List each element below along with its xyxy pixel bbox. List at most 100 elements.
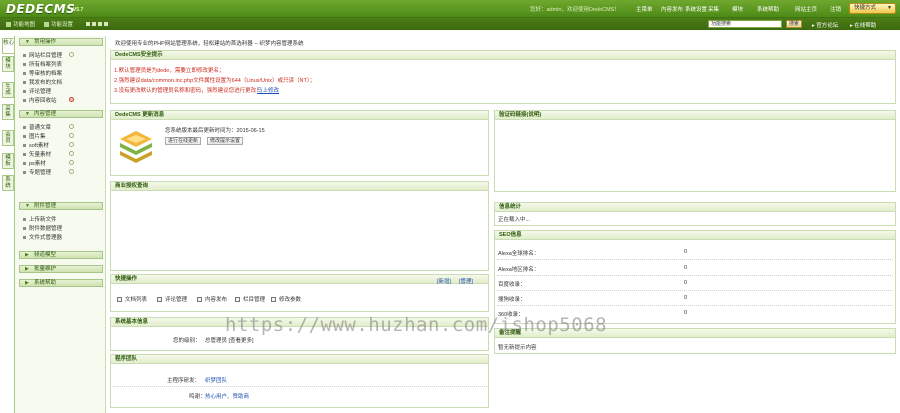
team-value-link[interactable]: 织梦团队 xyxy=(205,376,227,384)
brand-logo[interactable]: DEDECMS xyxy=(6,2,75,16)
tab-templates[interactable]: 模板 xyxy=(2,153,14,169)
welcome-text: 欢迎使用专业的PHP网站管理系统，轻松建站的首选利器 -- 织梦内容管理系统 xyxy=(115,41,304,47)
seo-value: 0 xyxy=(684,265,688,271)
menu-item-comments[interactable]: 评论管理 xyxy=(23,87,51,95)
quick-columns[interactable]: 栏目管理 xyxy=(235,295,265,303)
menu-item-soft[interactable]: soft素材 xyxy=(23,141,49,149)
tab-generate[interactable]: 生成 xyxy=(2,82,14,98)
quick-ops-manage-link[interactable]: [管理] xyxy=(459,277,473,285)
tab-members[interactable]: 会员 xyxy=(2,130,14,146)
quick-ops-panel: 快捷操作 [新增] [管理] 文档列表 评论管理 内容发布 栏目管理 修改参数 xyxy=(110,274,489,312)
menu-item-topics[interactable]: 专题管理 xyxy=(23,168,51,176)
panel-title: 信息统计 xyxy=(495,203,895,212)
add-icon[interactable] xyxy=(69,160,74,165)
nav-publish[interactable]: 内容发布 xyxy=(661,5,683,13)
menu-item-file-manager[interactable]: 文件式管理器 xyxy=(23,233,62,241)
nav-main[interactable]: 主菜单 xyxy=(636,5,653,13)
menu-group-attachments[interactable]: ▼ 附件管理 xyxy=(19,202,103,210)
quick-params[interactable]: 修改参数 xyxy=(271,295,301,303)
tab-core[interactable]: 核心 xyxy=(2,38,14,54)
menu-item-pending[interactable]: 等审核的档案 xyxy=(23,69,62,77)
function-search-input[interactable]: 功能搜索 xyxy=(708,20,782,28)
menu-group-help[interactable]: ▶ 系统帮助 xyxy=(19,279,103,287)
menu-item-all-docs[interactable]: 所有档案列表 xyxy=(23,60,62,68)
quick-menu-button[interactable]: 快捷方式 ▼ xyxy=(849,3,896,14)
function-map-link[interactable]: 功能地图 xyxy=(6,20,35,28)
bullet-icon xyxy=(23,153,26,157)
doc-list-icon xyxy=(117,297,122,303)
menu-item-recycle[interactable]: 内容回收站 xyxy=(23,96,57,104)
seo-label: Alexa全球排名： xyxy=(498,251,540,257)
tip-settings-button[interactable]: 修改提示设置 xyxy=(207,137,244,145)
settings-icon xyxy=(44,22,49,28)
add-icon[interactable] xyxy=(69,133,74,138)
nav-logout[interactable]: 注销 xyxy=(830,5,841,13)
skin-color-icon[interactable] xyxy=(104,22,108,26)
nav-modules[interactable]: 模块 xyxy=(732,5,743,13)
online-update-button[interactable]: 进行在线更新 xyxy=(165,137,202,145)
seo-value: 0 xyxy=(684,310,688,316)
clear-icon[interactable] xyxy=(69,97,74,102)
security-tip-1: 1.默认管理员是为dede，需要立即修改更名； xyxy=(114,68,225,74)
menu-item-articles[interactable]: 普通文章 xyxy=(23,123,51,131)
tab-collect[interactable]: 采集 xyxy=(2,104,14,120)
level-value[interactable]: 总管理员 [查看更多] xyxy=(205,336,254,344)
search-button[interactable]: 搜索 xyxy=(786,20,802,28)
bullet-icon xyxy=(23,90,26,94)
skin-color-icon[interactable] xyxy=(98,22,102,26)
update-panel: DedeCMS 更新消息 您系统版本最后更新时间为：2015-06-15 进行在… xyxy=(110,110,489,176)
skin-color-icon[interactable] xyxy=(86,22,90,26)
panel-title: 验证码链接(说明) xyxy=(495,111,895,120)
team-panel: 程序团队 主程序研发： 织梦团队 鸣谢： 热心用户、赞助商 xyxy=(110,354,489,408)
quick-publish[interactable]: 内容发布 xyxy=(197,295,227,303)
menu-item-attach-data[interactable]: 附件数据管理 xyxy=(23,224,62,232)
row-divider xyxy=(497,275,893,276)
menu-group-batch[interactable]: ▶ 批量维护 xyxy=(19,265,103,273)
nav-collect[interactable]: 采集 xyxy=(708,5,719,13)
bullet-icon xyxy=(23,144,26,148)
columns-icon xyxy=(235,297,240,303)
add-icon[interactable] xyxy=(69,169,74,174)
tab-modules[interactable]: 模块 xyxy=(2,56,14,72)
menu-item-columns[interactable]: 网站栏目管理 xyxy=(23,51,62,59)
collapse-icon: ▼ xyxy=(25,203,30,209)
panel-title: DedeCMS安全提示 xyxy=(111,51,895,60)
menu-item-upload[interactable]: 上传新文件 xyxy=(23,215,57,223)
menu-group-common[interactable]: ▼ 常用操作 xyxy=(19,38,103,46)
panel-title: 快捷操作 xyxy=(111,275,488,284)
menu-item-images[interactable]: 图片集 xyxy=(23,132,46,140)
add-icon[interactable] xyxy=(69,142,74,147)
quick-doc-list[interactable]: 文档列表 xyxy=(117,295,147,303)
menu-item-vector[interactable]: 矢量素材 xyxy=(23,150,51,158)
security-tip-2: 2.强烈建议data/common.inc.php文件属性设置为644（Linu… xyxy=(114,78,316,84)
team-value-link[interactable]: 热心用户、赞助商 xyxy=(205,392,249,400)
add-icon[interactable] xyxy=(69,124,74,129)
add-icon[interactable] xyxy=(69,52,74,57)
menu-item-my-docs[interactable]: 我发布的文档 xyxy=(23,78,62,86)
menu-group-content[interactable]: ▼ 内容管理 xyxy=(19,110,103,118)
quick-ops-add-link[interactable]: [新增] xyxy=(437,277,451,285)
skin-color-icon[interactable] xyxy=(92,22,96,26)
menu-item-ps[interactable]: ps素材 xyxy=(23,159,46,167)
function-settings-link[interactable]: 功能设置 xyxy=(44,20,73,28)
seo-label: 百度收录： xyxy=(498,282,526,288)
add-icon[interactable] xyxy=(69,151,74,156)
change-password-link[interactable]: 马上修改 xyxy=(257,86,279,94)
online-help-link[interactable]: ▸ 在线帮助 xyxy=(850,21,876,29)
nav-settings[interactable]: 系统设置 xyxy=(685,5,707,13)
nav-help[interactable]: 系统帮助 xyxy=(757,5,779,13)
seo-value: 0 xyxy=(684,295,688,301)
tab-system[interactable]: 系统 xyxy=(2,175,14,191)
seo-panel: SEO信息 Alexa全球排名： 0 Alexa地区排名： 0 百度收录： 0 … xyxy=(494,230,896,324)
expand-icon: ▶ xyxy=(25,280,29,286)
row-divider xyxy=(113,386,487,387)
seo-label: Alexa地区排名： xyxy=(498,267,540,273)
forum-link[interactable]: ▸ 官方论坛 xyxy=(812,21,838,29)
bullet-icon xyxy=(23,135,26,139)
menu-group-models[interactable]: ▶ 频道模型 xyxy=(19,251,103,259)
row-divider xyxy=(497,290,893,291)
expand-icon: ▶ xyxy=(25,266,29,272)
chevron-down-icon: ▼ xyxy=(887,5,892,11)
nav-homepage[interactable]: 网站主页 xyxy=(795,5,817,13)
quick-comments[interactable]: 评论管理 xyxy=(157,295,187,303)
